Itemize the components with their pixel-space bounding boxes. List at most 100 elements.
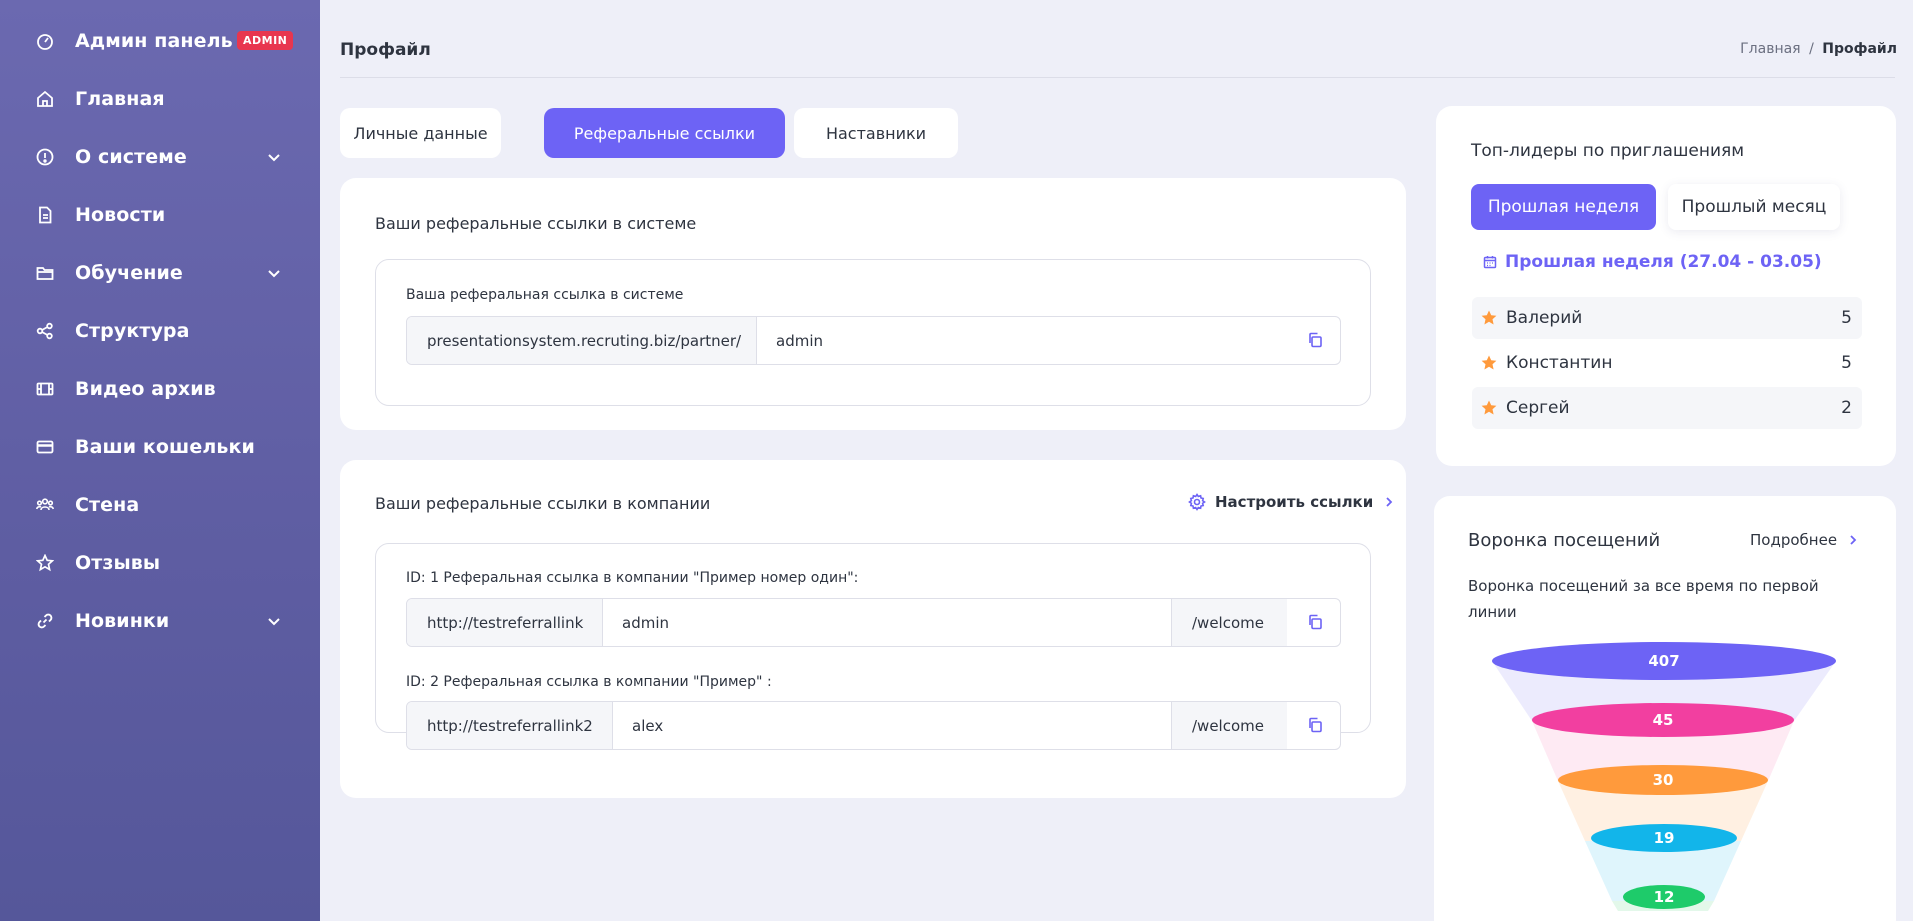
configure-links-button[interactable]: Настроить ссылки [1188, 493, 1395, 511]
system-link-value[interactable]: admin [776, 317, 823, 364]
admin-badge: ADMIN [237, 31, 294, 50]
funnel-more-label: Подробнее [1750, 531, 1838, 549]
sidebar-item-structure[interactable]: Структура [0, 311, 320, 351]
funnel-chart: 407 45 30 19 12 [1492, 642, 1836, 911]
breadcrumb: Главная / Профайл [1740, 41, 1897, 57]
period-label-text: Прошлая неделя (27.04 - 03.05) [1505, 252, 1822, 272]
sidebar-item-admin-panel[interactable]: Админ панель ADMIN [0, 21, 320, 61]
sidebar-item-label: Стена [75, 494, 140, 516]
copy-icon[interactable] [1304, 329, 1326, 351]
breadcrumb-separator: / [1809, 41, 1814, 57]
sidebar-item-home[interactable]: Главная [0, 79, 320, 119]
company-link-input-group: http://testreferrallink2 alex /welcome [406, 701, 1341, 750]
sidebar: Админ панель ADMIN Главная О системе Нов… [0, 0, 320, 921]
company-link-prefix: http://testreferrallink [407, 599, 603, 646]
film-icon [36, 380, 54, 398]
leaders-title: Топ-лидеры по приглашениям [1471, 141, 1745, 161]
link-icon [36, 612, 54, 630]
sidebar-item-video-archive[interactable]: Видео архив [0, 369, 320, 409]
sidebar-item-label: Новинки [75, 610, 170, 632]
credit-card-icon [36, 438, 54, 456]
chevron-right-icon [1850, 535, 1857, 545]
company-link-prefix: http://testreferrallink2 [407, 702, 613, 749]
company-link-value[interactable]: admin [622, 599, 669, 646]
system-link-input-group: presentationsystem.recruting.biz/partner… [406, 316, 1341, 365]
last-month-button[interactable]: Прошлый месяц [1668, 184, 1840, 230]
last-week-button[interactable]: Прошлая неделя [1471, 184, 1656, 230]
share-icon [36, 322, 54, 340]
leader-count: 5 [1841, 308, 1852, 328]
funnel-value: 407 [1648, 652, 1679, 670]
system-link-box: Ваша реферальная ссылка в системе presen… [375, 259, 1371, 406]
leader-count: 5 [1841, 353, 1852, 373]
leader-name: Валерий [1506, 308, 1583, 328]
users-icon [36, 496, 54, 514]
sidebar-item-new[interactable]: Новинки [0, 601, 320, 641]
system-link-prefix: presentationsystem.recruting.biz/partner… [407, 317, 757, 364]
folder-icon [36, 264, 54, 282]
sidebar-item-label: Админ панель [75, 30, 233, 52]
sidebar-item-news[interactable]: Новости [0, 195, 320, 235]
company-link-label: ID: 1 Реферальная ссылка в компании "При… [406, 570, 859, 586]
company-link-suffix: /welcome [1171, 702, 1287, 749]
copy-icon[interactable] [1304, 714, 1326, 736]
company-links-title: Ваши реферальные ссылки в компании [375, 494, 711, 513]
sidebar-item-label: Новости [75, 204, 166, 226]
leader-row: Сергей 2 [1472, 387, 1862, 429]
calendar-icon [1483, 256, 1497, 269]
leader-row: Валерий 5 [1472, 297, 1862, 339]
leader-row: Константин 5 [1472, 342, 1862, 384]
funnel-value: 12 [1654, 888, 1675, 906]
company-link-input-group: http://testreferrallink admin /welcome [406, 598, 1341, 647]
sidebar-item-label: Отзывы [75, 552, 161, 574]
funnel-value: 30 [1653, 771, 1674, 789]
chevron-down-icon[interactable] [266, 265, 282, 281]
breadcrumb-current: Профайл [1822, 41, 1897, 57]
star-icon [1481, 400, 1497, 415]
sidebar-item-label: О системе [75, 146, 187, 168]
breadcrumb-home[interactable]: Главная [1740, 41, 1800, 57]
system-links-title: Ваши реферальные ссылки в системе [375, 214, 697, 233]
system-links-card: Ваши реферальные ссылки в системе Ваша р… [340, 178, 1406, 430]
company-link-label: ID: 2 Реферальная ссылка в компании "При… [406, 674, 772, 690]
tab-personal-data[interactable]: Личные данные [340, 108, 501, 158]
document-icon [36, 206, 54, 224]
configure-links-label: Настроить ссылки [1215, 493, 1374, 511]
copy-icon[interactable] [1304, 611, 1326, 633]
sidebar-item-wallets[interactable]: Ваши кошельки [0, 427, 320, 467]
chevron-right-icon [1386, 497, 1393, 507]
company-link-value[interactable]: alex [632, 702, 663, 749]
header-divider [340, 77, 1895, 78]
chevron-down-icon[interactable] [266, 613, 282, 629]
star-icon [1481, 355, 1497, 370]
leader-count: 2 [1841, 398, 1852, 418]
chevron-down-icon[interactable] [266, 149, 282, 165]
sidebar-item-label: Структура [75, 320, 190, 342]
company-links-box: ID: 1 Реферальная ссылка в компании "При… [375, 543, 1371, 750]
tab-mentors[interactable]: Наставники [794, 108, 958, 158]
funnel-value: 45 [1653, 711, 1674, 729]
home-icon [36, 90, 54, 108]
leader-name: Сергей [1506, 398, 1570, 418]
tab-referral-links[interactable]: Реферальные ссылки [544, 108, 785, 158]
gear-icon [1188, 493, 1206, 511]
sidebar-item-training[interactable]: Обучение [0, 253, 320, 293]
sidebar-item-label: Видео архив [75, 378, 216, 400]
sidebar-item-label: Главная [75, 88, 165, 110]
page-title: Профайл [340, 40, 431, 60]
info-icon [36, 148, 54, 166]
funnel-more-link[interactable]: Подробнее [1750, 531, 1859, 549]
sidebar-item-label: Обучение [75, 262, 183, 284]
sidebar-item-reviews[interactable]: Отзывы [0, 543, 320, 583]
period-label: Прошлая неделя (27.04 - 03.05) [1483, 252, 1822, 272]
star-icon [1481, 310, 1497, 325]
funnel-value: 19 [1654, 829, 1675, 847]
sidebar-item-wall[interactable]: Стена [0, 485, 320, 525]
system-link-label: Ваша реферальная ссылка в системе [406, 287, 684, 303]
dashboard-icon [36, 32, 54, 50]
funnel-subtitle: Воронка посещений за все время по первой… [1468, 577, 1819, 621]
sidebar-item-about[interactable]: О системе [0, 137, 320, 177]
star-icon [36, 554, 54, 572]
company-links-card: Ваши реферальные ссылки в компании Настр… [340, 460, 1406, 798]
leader-name: Константин [1506, 353, 1613, 373]
